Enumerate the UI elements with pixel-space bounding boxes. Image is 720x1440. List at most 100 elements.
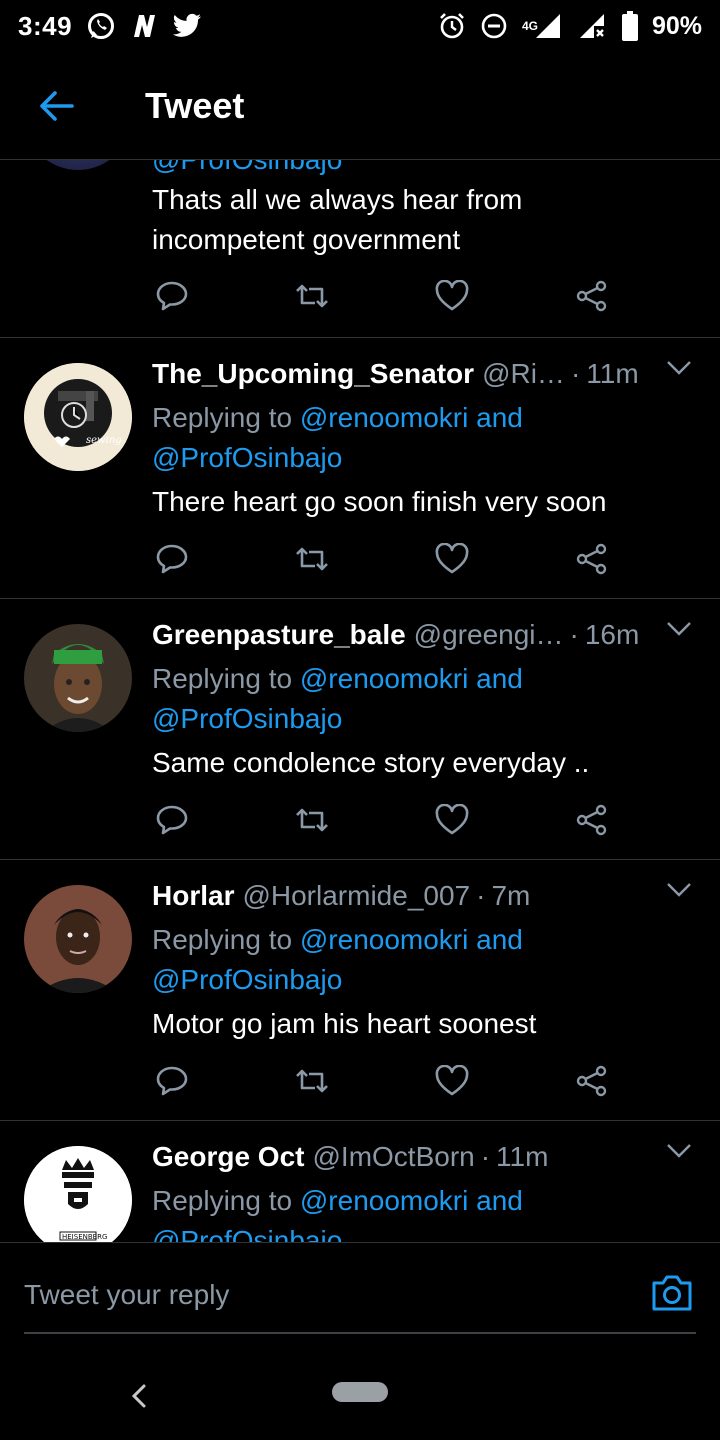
alarm-icon: [438, 12, 466, 40]
retweet-button[interactable]: [292, 539, 332, 579]
replying-to: Replying to @renoomokri and @ProfOsinbaj…: [152, 663, 523, 734]
heisenberg-avatar-icon: HEISENBERG: [24, 1146, 132, 1242]
do-not-disturb-icon: [480, 12, 508, 40]
mention-link[interactable]: @ProfOsinbajo: [152, 703, 342, 734]
avatar[interactable]: sewing: [24, 363, 132, 471]
mention-link[interactable]: @renoomokri: [300, 402, 468, 433]
tweet-text: Thats all we always hear from incompeten…: [152, 184, 523, 255]
tweet-header: Horlar @Horlarmide_007 · 7m: [152, 880, 531, 912]
user-handle[interactable]: @greengi…: [414, 619, 564, 651]
mention-link[interactable]: @ProfOsinbajo: [152, 964, 342, 995]
avatar[interactable]: [24, 160, 132, 170]
display-name[interactable]: The_Upcoming_Senator: [152, 358, 474, 390]
tweet-header: The_Upcoming_Senator @Ri… · 11m: [152, 358, 639, 390]
timestamp: 16m: [584, 619, 640, 650]
tweet-text: Same condolence story everyday ..: [152, 747, 590, 778]
heart-icon: [435, 280, 469, 311]
user-handle[interactable]: @ImOctBorn: [312, 1141, 474, 1173]
camera-icon: [652, 1275, 692, 1311]
chevron-down-icon: [667, 622, 691, 636]
home-pill-button[interactable]: [332, 1382, 388, 1402]
mention-link[interactable]: @ProfOsinbajo: [152, 442, 342, 473]
mention-link[interactable]: @renoomokri: [300, 924, 468, 955]
avatar[interactable]: HEISENBERG: [24, 1146, 132, 1242]
tweet-menu-button[interactable]: [666, 621, 692, 642]
chevron-down-icon: [667, 361, 691, 375]
like-button[interactable]: [432, 276, 472, 316]
replying-to: Replying to @renoomokri and @ProfOsinbaj…: [152, 924, 523, 995]
like-button[interactable]: [432, 539, 472, 579]
nav-back-button[interactable]: [126, 1378, 154, 1414]
retweet-button[interactable]: [292, 276, 332, 316]
comment-icon: [156, 805, 188, 835]
tweet-text: There heart go soon finish very soon: [152, 486, 607, 517]
like-button[interactable]: [432, 1061, 472, 1101]
share-button[interactable]: [572, 800, 612, 840]
tweet-text: Motor go jam his heart soonest: [152, 1008, 537, 1039]
tweet-header: Greenpasture_bale @greengi… · 16m: [152, 619, 640, 651]
retweet-button[interactable]: [292, 800, 332, 840]
display-name[interactable]: George Oct: [152, 1141, 304, 1173]
reply-input[interactable]: Tweet your reply: [24, 1279, 229, 1311]
reply-tweet[interactable]: Horlar @Horlarmide_007 · 7m Replying to …: [0, 860, 720, 1121]
tweet-menu-button[interactable]: [666, 882, 692, 903]
reply-tweet[interactable]: Greenpasture_bale @greengi… · 16m Replyi…: [0, 599, 720, 860]
svg-text:sewing: sewing: [86, 435, 122, 446]
share-button[interactable]: [572, 539, 612, 579]
like-button[interactable]: [432, 800, 472, 840]
share-icon: [576, 543, 607, 575]
reply-tweet[interactable]: sewing The_Upcoming_Senator @Ri… · 11m R…: [0, 338, 720, 599]
battery-icon: [621, 11, 638, 41]
replying-to: Replying to @renoomokri and @ProfOsinbaj…: [152, 1181, 700, 1242]
svg-text:HEISENBERG: HEISENBERG: [62, 1233, 107, 1241]
timestamp: 11m: [496, 1141, 549, 1172]
profile-photo-avatar: [24, 885, 132, 993]
page-title: Tweet: [145, 84, 245, 126]
tweet-actions: [152, 539, 612, 579]
tweet-actions: [152, 800, 612, 840]
avatar[interactable]: [24, 885, 132, 993]
retweet-icon: [296, 808, 328, 832]
comment-icon: [156, 1066, 188, 1096]
comment-icon: [156, 281, 188, 311]
tweet-menu-button[interactable]: [666, 1143, 692, 1164]
signal-no-data-icon: [578, 12, 608, 40]
mention-link[interactable]: @renoomokri: [300, 663, 468, 694]
tweet-header: George Oct @ImOctBorn · 11m: [152, 1141, 549, 1173]
system-navigation-bar: [0, 1352, 720, 1440]
input-underline: [24, 1332, 696, 1334]
tweet-partial[interactable]: @ProfOsinbajo Thats all we always hear f…: [0, 160, 720, 338]
reply-composer-bar: Tweet your reply: [0, 1242, 720, 1352]
tweet-menu-button[interactable]: [666, 360, 692, 381]
sewing-machine-avatar-icon: sewing: [24, 363, 132, 471]
share-button[interactable]: [572, 276, 612, 316]
user-handle[interactable]: @Ri…: [482, 358, 565, 390]
avatar[interactable]: [24, 624, 132, 732]
display-name[interactable]: Greenpasture_bale: [152, 619, 406, 651]
share-icon: [576, 1065, 607, 1097]
share-button[interactable]: [572, 1061, 612, 1101]
heart-icon: [435, 543, 469, 574]
news-icon: [130, 13, 158, 39]
reply-button[interactable]: [152, 539, 192, 579]
status-right: 4G 90%: [438, 11, 702, 41]
replies-timeline[interactable]: @ProfOsinbajo Thats all we always hear f…: [0, 160, 720, 1242]
mention-link[interactable]: @ProfOsinbajo: [152, 1225, 342, 1242]
mention-link[interactable]: @ProfOsinbajo: [152, 160, 342, 175]
twitter-bird-icon: [172, 13, 202, 39]
battery-percentage: 90%: [651, 11, 702, 40]
back-button[interactable]: [0, 52, 112, 160]
retweet-button[interactable]: [292, 1061, 332, 1101]
reply-button[interactable]: [152, 1061, 192, 1101]
reply-tweet[interactable]: HEISENBERG George Oct @ImOctBorn · 11m R…: [0, 1121, 720, 1242]
reply-button[interactable]: [152, 276, 192, 316]
app-header: Tweet: [0, 52, 720, 160]
status-left: 3:49: [18, 11, 202, 42]
user-handle[interactable]: @Horlarmide_007: [242, 880, 470, 912]
whatsapp-icon: [86, 11, 116, 41]
retweet-icon: [296, 547, 328, 571]
display-name[interactable]: Horlar: [152, 880, 234, 912]
reply-button[interactable]: [152, 800, 192, 840]
camera-button[interactable]: [650, 1273, 694, 1317]
mention-link[interactable]: @renoomokri: [300, 1185, 468, 1216]
